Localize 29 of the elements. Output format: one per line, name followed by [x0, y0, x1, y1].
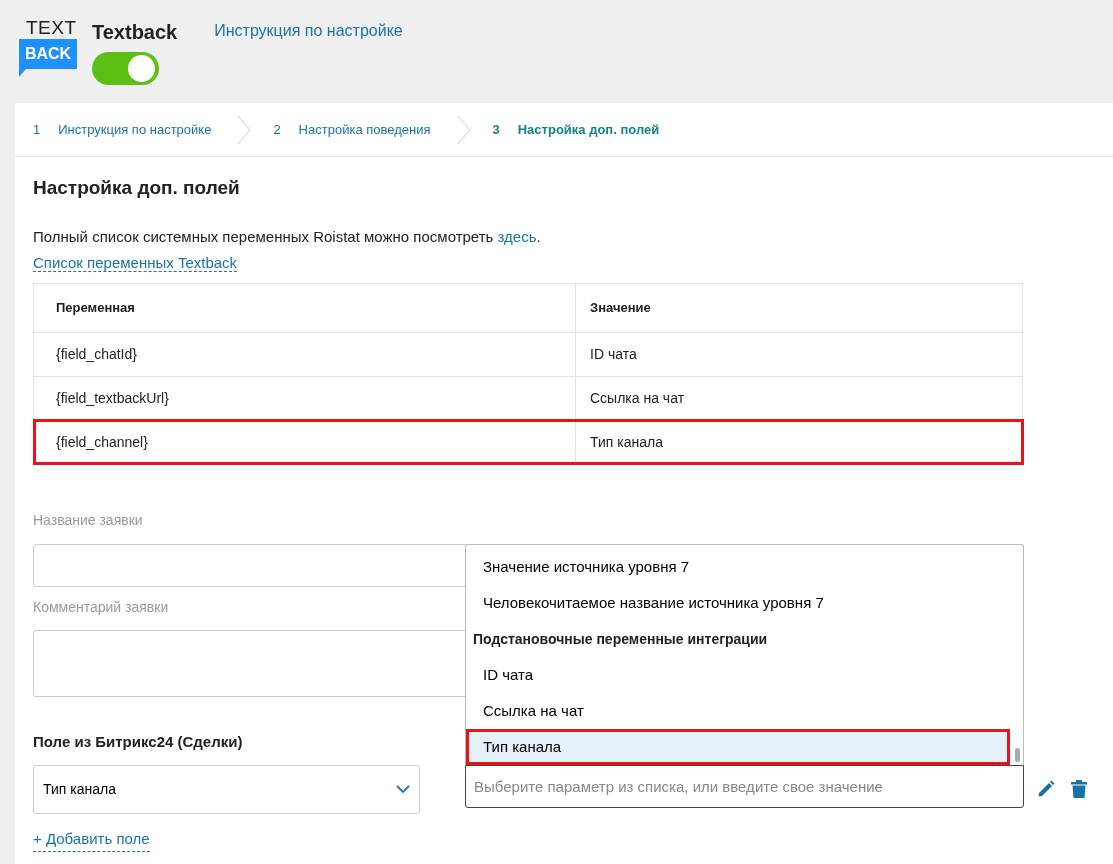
- table-cell: {field_chatId}: [33, 332, 576, 377]
- table-cell: ID чата: [575, 332, 1023, 377]
- mapping-label: Поле из Битрикс24 (Сделки): [33, 731, 243, 752]
- scrollbar: [1015, 748, 1020, 763]
- toggle-switch[interactable]: [92, 52, 159, 85]
- help-link[interactable]: Инструкция по настройке: [214, 19, 403, 103]
- intro-text: Полный список системных переменных Roistat можно посмотреть здесь.: [33, 226, 542, 247]
- step-tab[interactable]: 1 Инструкция по настройке: [33, 102, 238, 157]
- table-cell: {field_textbackUrl}: [33, 376, 576, 421]
- select-field[interactable]: Тип канала: [33, 765, 420, 815]
- step-tab[interactable]: 3 Настройка доп. полей: [492, 102, 686, 157]
- add-field-link[interactable]: + Добавить поле: [33, 828, 150, 852]
- app-title: Textback: [92, 20, 178, 44]
- column-header: Переменная: [33, 283, 576, 333]
- field-label: Название заявки: [33, 510, 143, 530]
- column-header: Значение: [575, 283, 1023, 333]
- section-heading: Настройка доп. полей: [33, 177, 241, 200]
- trash-icon[interactable]: [1071, 777, 1087, 799]
- chevron-icon: [456, 114, 471, 145]
- chevron-icon: [237, 114, 252, 145]
- chevron-down-icon: [396, 785, 410, 795]
- logo: TEXT BACK: [19, 17, 77, 103]
- field-label: Комментарий заявки: [33, 597, 169, 617]
- step-tab[interactable]: 2 Настройка поведения: [273, 102, 457, 157]
- dropdown-group-label: Подстановочные переменные интеграции: [472, 629, 769, 649]
- here-link[interactable]: здесь: [497, 227, 537, 245]
- dropdown-option[interactable]: Тип канала: [466, 729, 1010, 766]
- value-input[interactable]: Выберите параметр из списка, или введите свое значение: [465, 765, 1024, 809]
- variables-link[interactable]: Список переменных Textback: [33, 254, 238, 273]
